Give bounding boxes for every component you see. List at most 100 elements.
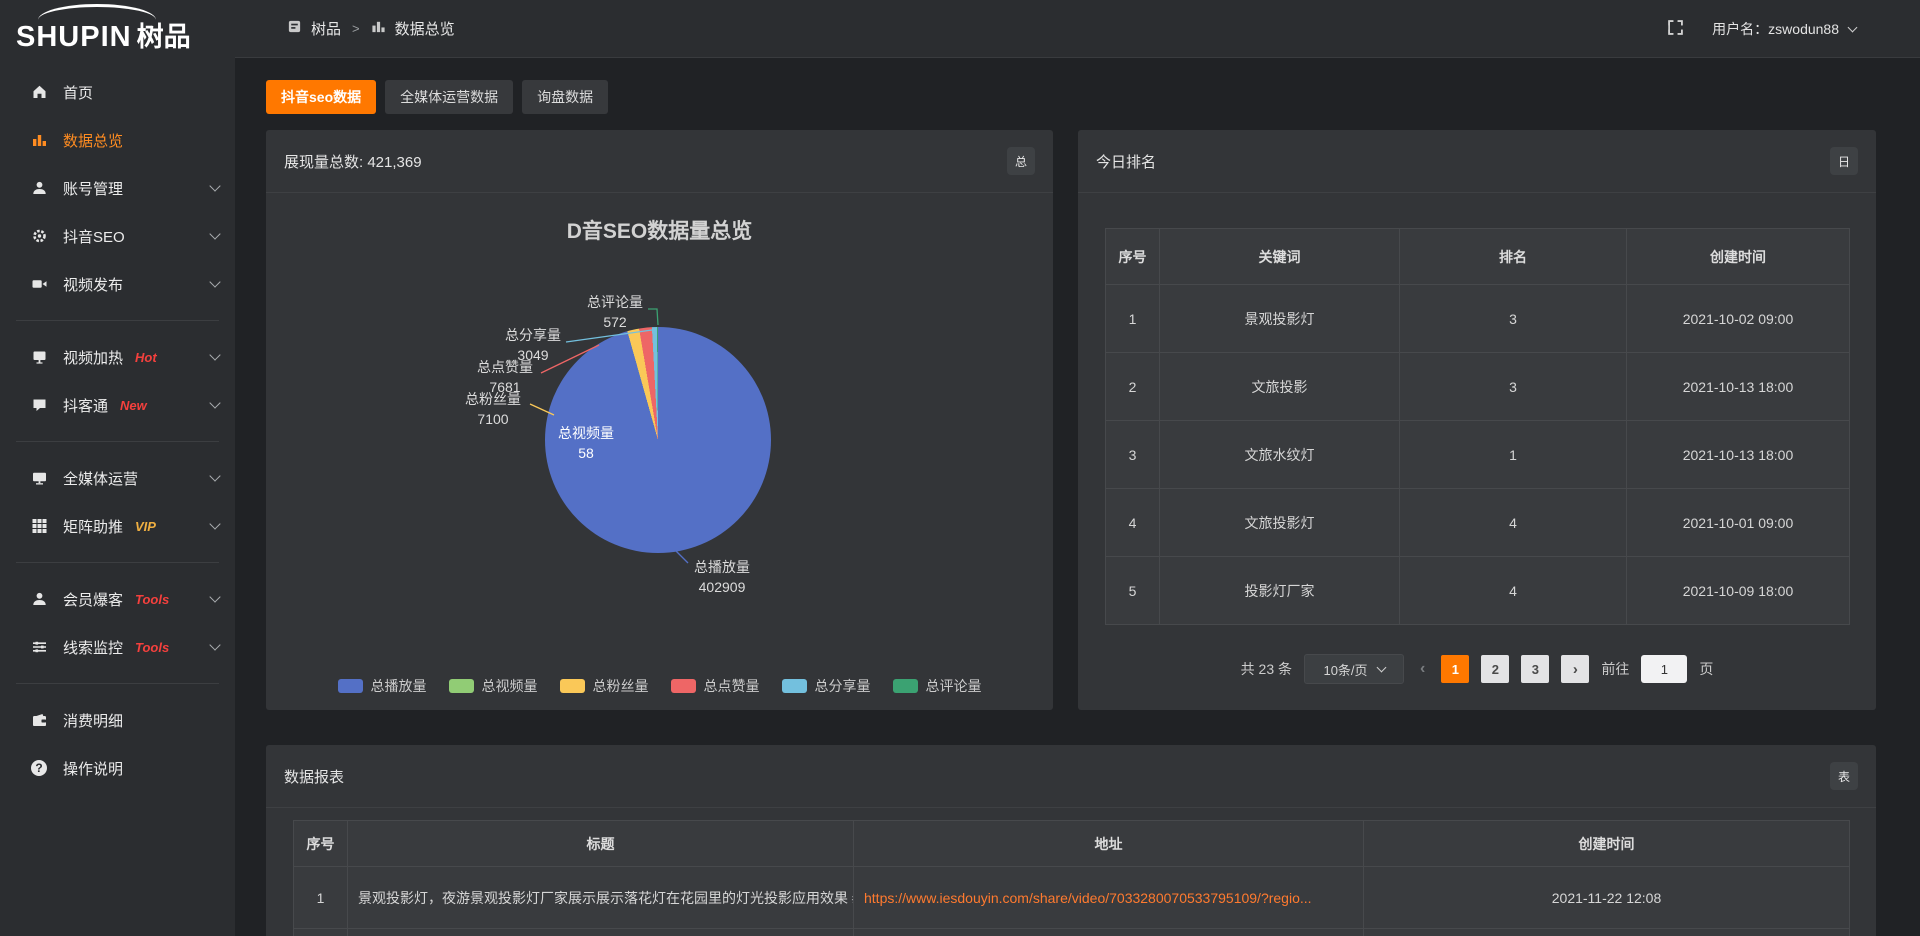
legend-swatch	[338, 679, 363, 693]
menu-divider	[16, 441, 219, 442]
table-header-row: 序号 标题 地址 创建时间	[294, 821, 1850, 867]
table-row: 3文旅水纹灯12021-10-13 18:00	[1106, 421, 1850, 489]
chevron-down-icon	[209, 591, 220, 602]
legend-swatch	[782, 679, 807, 693]
video-camera-icon	[30, 276, 48, 292]
home-icon	[30, 84, 48, 100]
prev-page-button[interactable]: ‹	[1416, 660, 1429, 678]
col-created: 创建时间	[1627, 229, 1850, 285]
chevron-down-icon	[209, 276, 220, 287]
breadcrumb-home[interactable]: 树品	[311, 18, 341, 39]
fullscreen-icon[interactable]	[1667, 19, 1684, 39]
menu-divider	[16, 320, 219, 321]
tab-omni-media-data[interactable]: 全媒体运营数据	[385, 80, 513, 114]
chevron-down-icon	[209, 228, 220, 239]
topbar-right: 用户名：zswodun88	[1667, 19, 1856, 39]
tab-douyin-seo-data[interactable]: 抖音seo数据	[266, 80, 376, 114]
chat-bubble-icon	[30, 397, 48, 413]
question-icon	[30, 760, 48, 776]
col-rank: 排名	[1400, 229, 1627, 285]
sidebar-item-consumption-detail[interactable]: 消费明细	[0, 696, 235, 744]
legend-item-plays[interactable]: 总播放量	[338, 676, 427, 696]
screen-board-icon	[30, 349, 48, 365]
hot-badge: Hot	[135, 350, 157, 365]
table-view-button[interactable]: 表	[1830, 762, 1858, 790]
report-table: 序号 标题 地址 创建时间 1 景观投影灯，夜游景观投影灯厂家展示展示落花灯在花…	[293, 820, 1850, 936]
chevron-down-icon	[209, 639, 220, 650]
username-label: 用户名：zswodun88	[1712, 19, 1839, 39]
sidebar-item-member-baoke[interactable]: 会员爆客 Tools	[0, 575, 235, 623]
sidebar-item-douyin-seo[interactable]: 抖音SEO	[0, 212, 235, 260]
report-seq: 1	[294, 867, 348, 929]
chart-legend: 总播放量 总视频量 总粉丝量 总点赞量 总分享量 总评论量	[266, 676, 1053, 696]
sidebar-item-label: 视频加热	[63, 347, 123, 368]
tab-inquiry-data[interactable]: 询盘数据	[522, 80, 608, 114]
grid-icon	[30, 518, 48, 534]
total-view-button[interactable]: 总	[1007, 147, 1035, 175]
wallet-icon	[30, 712, 48, 728]
table-row: 5投影灯厂家42021-10-09 18:00	[1106, 557, 1850, 625]
sidebar-item-clue-monitor[interactable]: 线索监控 Tools	[0, 623, 235, 671]
col-seq: 序号	[294, 821, 348, 867]
logo-text-cn: 树品	[137, 15, 191, 54]
sidebar: SHUPIN 树品 首页 数据总览 账号管理	[0, 0, 235, 936]
legend-swatch	[560, 679, 585, 693]
page-button-1[interactable]: 1	[1441, 655, 1469, 683]
sidebar-item-omni-media[interactable]: 全媒体运营	[0, 454, 235, 502]
legend-item-shares[interactable]: 总分享量	[782, 676, 871, 696]
table-row: 4文旅投影灯42021-10-01 09:00	[1106, 489, 1850, 557]
legend-item-likes[interactable]: 总点赞量	[671, 676, 760, 696]
col-title: 标题	[348, 821, 854, 867]
pie-label-fans: 总粉丝量 7100	[458, 389, 528, 430]
pagination: 共 23 条 10条/页 ‹ 1 2 3 › 前往 页	[1078, 654, 1876, 684]
gear-icon	[30, 228, 48, 244]
ranking-panel-header: 今日排名 日	[1078, 130, 1876, 193]
sidebar-item-video-heat[interactable]: 视频加热 Hot	[0, 333, 235, 381]
chevron-down-icon	[209, 518, 220, 529]
app-square-icon	[287, 19, 302, 38]
sidebar-item-help[interactable]: 操作说明	[0, 744, 235, 792]
daily-view-button[interactable]: 日	[1830, 147, 1858, 175]
sidebar-item-label: 矩阵助推	[63, 516, 123, 537]
breadcrumb-separator: >	[352, 21, 360, 36]
sidebar-item-data-overview[interactable]: 数据总览	[0, 116, 235, 164]
page-button-2[interactable]: 2	[1481, 655, 1509, 683]
page-size-select[interactable]: 10条/页	[1304, 654, 1404, 684]
sidebar-item-video-publish[interactable]: 视频发布	[0, 260, 235, 308]
menu-divider	[16, 683, 219, 684]
sidebar-item-matrix-boost[interactable]: 矩阵助推 VIP	[0, 502, 235, 550]
chevron-down-icon	[1376, 663, 1386, 673]
next-page-button[interactable]: ›	[1561, 655, 1589, 683]
pie-leader-lines	[266, 193, 1053, 710]
top-bar: 树品 > 数据总览 用户名：zswodun88	[235, 0, 1920, 58]
pie-label-videos: 总视频量 58	[548, 423, 624, 464]
logo-text-en: SHUPIN	[16, 21, 132, 54]
ranking-panel-title: 今日排名	[1096, 151, 1156, 172]
mini-bar-chart-icon	[371, 19, 386, 38]
bar-chart-icon	[30, 132, 48, 148]
sidebar-item-account[interactable]: 账号管理	[0, 164, 235, 212]
user-dropdown[interactable]: 用户名：zswodun88	[1712, 19, 1856, 39]
page-button-3[interactable]: 3	[1521, 655, 1549, 683]
new-badge: New	[120, 398, 147, 413]
legend-swatch	[893, 679, 918, 693]
sidebar-item-label: 线索监控	[63, 637, 123, 658]
legend-swatch	[449, 679, 474, 693]
sidebar-item-label: 抖音SEO	[63, 226, 125, 247]
logo: SHUPIN 树品	[0, 0, 235, 68]
sidebar-item-label: 操作说明	[63, 758, 123, 779]
menu-divider	[16, 562, 219, 563]
video-link[interactable]: https://www.iesdouyin.com/share/video/70…	[864, 890, 1312, 906]
goto-page-input[interactable]	[1641, 655, 1687, 683]
report-panel-header: 数据报表 表	[266, 745, 1876, 808]
sidebar-item-douketong[interactable]: 抖客通 New	[0, 381, 235, 429]
legend-item-comments[interactable]: 总评论量	[893, 676, 982, 696]
table-header-row: 序号 关键词 排名 创建时间	[1106, 229, 1850, 285]
chart-panel-header: 展现量总数: 421,369 总	[266, 130, 1053, 193]
sidebar-item-home[interactable]: 首页	[0, 68, 235, 116]
chevron-down-icon	[209, 349, 220, 360]
seo-chart-panel: 展现量总数: 421,369 总 D音SEO数据量总览 总评论量 572 总分享…	[266, 130, 1053, 710]
legend-item-videos[interactable]: 总视频量	[449, 676, 538, 696]
breadcrumb-current[interactable]: 数据总览	[395, 18, 455, 39]
legend-item-fans[interactable]: 总粉丝量	[560, 676, 649, 696]
